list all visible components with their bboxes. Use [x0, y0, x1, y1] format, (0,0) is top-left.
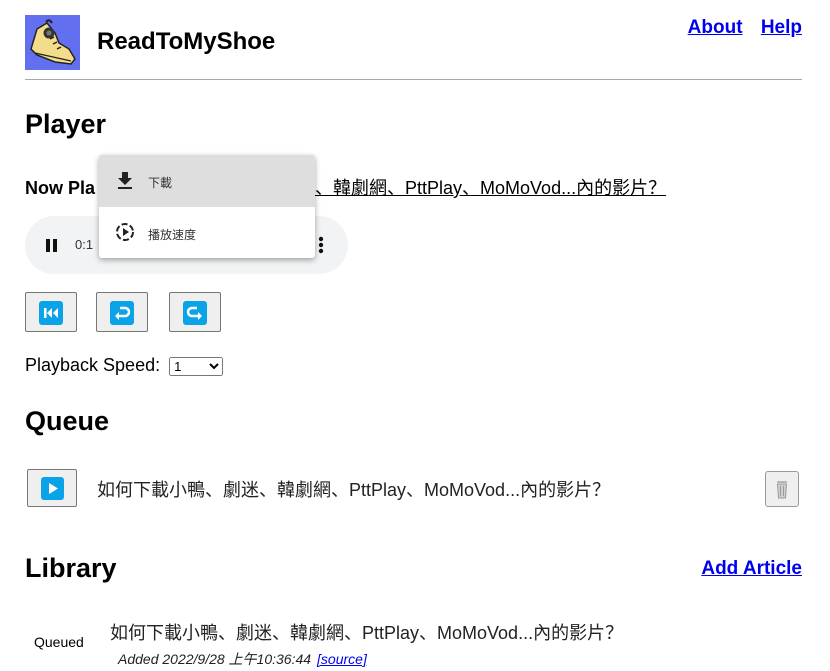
- more-options-icon[interactable]: [318, 236, 324, 254]
- remove-queue-item-button[interactable]: [765, 471, 799, 507]
- library-item-status: Queued: [34, 634, 84, 650]
- top-nav: About Help: [675, 17, 802, 39]
- playback-speed-label: Playback Speed:: [25, 355, 161, 375]
- menu-item-playback-speed[interactable]: 播放速度: [99, 207, 315, 258]
- menu-item-label: 播放速度: [148, 228, 197, 242]
- library-item-meta: Added 2022/9/28 上午10:36:44 [source]: [118, 649, 367, 669]
- now-playing-title-link[interactable]: 迷、韓劇網、PttPlay、MoMoVod...內的影片？: [297, 178, 666, 198]
- pause-icon[interactable]: [46, 239, 58, 252]
- play-icon: [41, 477, 64, 500]
- source-link[interactable]: [source]: [317, 651, 367, 667]
- queue-item: 如何下載小鴨、劇迷、韓劇網、PttPlay、MoMoVod...內的影片？: [27, 469, 802, 509]
- trash-icon: [776, 481, 788, 499]
- sneaker-logo-icon: [25, 15, 80, 70]
- about-link[interactable]: About: [688, 17, 743, 38]
- library-heading: Library: [25, 553, 117, 583]
- download-icon: [118, 172, 132, 189]
- forward-arrow-icon: [183, 301, 207, 325]
- rewind-button[interactable]: [96, 292, 148, 332]
- forward-button[interactable]: [169, 292, 221, 332]
- player-heading: Player: [25, 109, 107, 139]
- header: ReadToMyShoe About Help: [25, 15, 802, 80]
- help-link[interactable]: Help: [761, 17, 802, 38]
- restart-button[interactable]: [25, 292, 77, 332]
- queue-item-title: 如何下載小鴨、劇迷、韓劇網、PttPlay、MoMoVod...內的影片？: [97, 480, 611, 500]
- audio-context-menu: 下載 播放速度: [99, 155, 315, 258]
- playback-speed: Playback Speed: 1: [25, 355, 224, 376]
- library-item-title[interactable]: 如何下載小鴨、劇迷、韓劇網、PttPlay、MoMoVod...內的影片？: [110, 619, 623, 645]
- app-title: ReadToMyShoe: [97, 28, 276, 55]
- menu-item-download[interactable]: 下載: [99, 155, 315, 207]
- play-queue-item-button[interactable]: [27, 469, 77, 507]
- audio-time: 0:1: [75, 237, 94, 252]
- add-article-link[interactable]: Add Article: [701, 558, 802, 580]
- menu-item-label: 下載: [148, 176, 173, 190]
- library-item-added: Added 2022/9/28 上午10:36:44: [118, 651, 312, 667]
- now-playing-label: Now Pla: [25, 178, 96, 198]
- queue-heading: Queue: [25, 406, 110, 436]
- rewind-arrow-icon: [110, 301, 134, 325]
- playback-speed-icon: [116, 223, 134, 241]
- skip-back-icon: [39, 301, 63, 325]
- playback-speed-select[interactable]: 1: [169, 356, 224, 376]
